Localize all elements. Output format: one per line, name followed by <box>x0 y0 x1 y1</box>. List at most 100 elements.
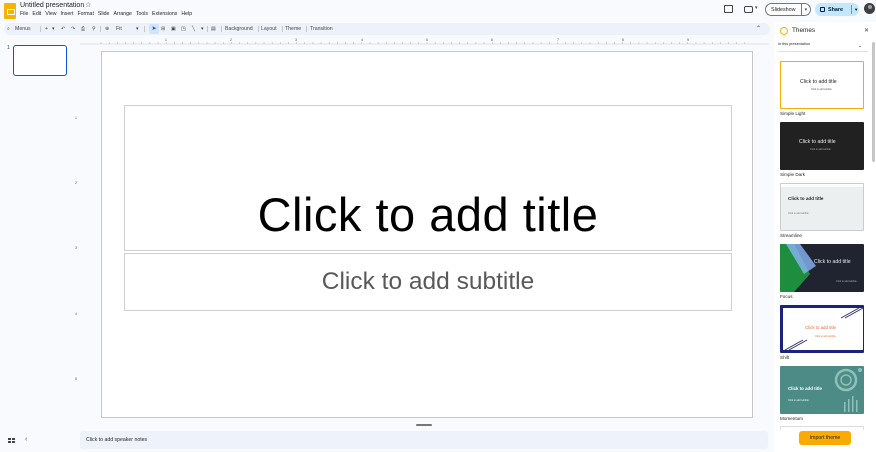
slideshow-button[interactable]: Slideshow <box>766 4 801 15</box>
chevron-down-icon[interactable]: ▾ <box>855 7 857 13</box>
menu-tools[interactable]: Tools <box>136 11 148 17</box>
menu-arrange[interactable]: Arrange <box>113 11 131 17</box>
ruler-label: 2 <box>75 181 77 185</box>
theme-card-streamline[interactable]: Click to add title Click to add subtitle <box>780 183 864 231</box>
menu-format[interactable]: Format <box>77 11 93 17</box>
share-button[interactable]: Share ▾ <box>815 3 859 16</box>
slideshow-options-chevron-icon[interactable]: ▾ <box>800 4 811 15</box>
palette-icon <box>780 27 788 35</box>
divider <box>100 26 101 32</box>
import-theme-button[interactable]: Import theme <box>799 431 851 445</box>
ruler-label: 1 <box>165 38 167 42</box>
avatar[interactable] <box>864 3 875 14</box>
chevron-down-icon[interactable]: ⌄ <box>858 43 862 49</box>
chevron-up-icon[interactable]: ⌃ <box>756 23 761 35</box>
meet-camera-icon[interactable] <box>744 6 753 13</box>
star-icon[interactable]: ☆ <box>85 1 91 9</box>
theme-card-focus[interactable]: Click to add title Click to add subtitle <box>780 244 864 292</box>
menu-file[interactable]: File <box>20 11 28 17</box>
theme-card-shift[interactable]: Click to add title Click to add subtitle <box>780 305 864 353</box>
slides-logo-icon[interactable] <box>4 3 16 19</box>
slide-thumbnail[interactable] <box>13 45 67 76</box>
theme-card-title: Click to add title <box>788 386 822 391</box>
vertical-ruler: 1 2 3 4 5 <box>75 46 81 424</box>
menu-extensions[interactable]: Extensions <box>152 11 177 17</box>
theme-card-next[interactable] <box>780 426 864 430</box>
theme-card-momentum[interactable]: Click to add title Click to add subtitle <box>780 366 864 414</box>
chevron-down-icon[interactable]: ▾ <box>136 23 139 35</box>
speaker-notes[interactable]: Click to add speaker notes <box>80 431 768 449</box>
redo-icon[interactable]: ↷ <box>71 23 75 35</box>
zoom-icon[interactable]: ⊕ <box>105 23 109 35</box>
theme-card-band <box>781 184 863 187</box>
divider <box>282 26 283 32</box>
grid-view-icon[interactable] <box>8 438 15 444</box>
scrollbar[interactable] <box>872 42 875 162</box>
theme-name: Shift <box>780 355 790 360</box>
ruler-label: 3 <box>75 246 77 250</box>
chevron-left-icon[interactable]: ‹ <box>25 436 27 443</box>
slide-number: 1 <box>7 45 10 51</box>
textbox-icon[interactable]: ⊞ <box>161 23 165 35</box>
theme-card-title: Click to add title <box>814 259 851 265</box>
menu-help[interactable]: Help <box>181 11 192 17</box>
subtitle-placeholder[interactable]: Click to add subtitle <box>124 253 732 311</box>
themes-panel: Themes ✕ In this presentation ⌄ Click to… <box>774 22 876 452</box>
comment-add-icon[interactable]: ▤ <box>211 23 216 35</box>
chevron-down-icon[interactable]: ▾ <box>201 23 204 35</box>
theme-card-subtitle: Click to add subtitle <box>836 280 857 283</box>
theme-name: Simple Light <box>780 111 806 116</box>
paint-format-icon[interactable]: ⚲ <box>92 23 96 35</box>
menu-slide[interactable]: Slide <box>98 11 110 17</box>
divider <box>40 26 41 32</box>
transition-button[interactable]: Transition <box>310 23 333 35</box>
shape-icon[interactable]: ◳ <box>181 23 186 35</box>
document-title[interactable]: Untitled presentation <box>20 2 84 9</box>
chevron-down-icon[interactable]: ▾ <box>755 5 758 11</box>
theme-card-simple-light[interactable]: Click to add title Click to add subtitle <box>780 61 864 109</box>
notes-resize-handle[interactable] <box>416 424 432 426</box>
slide-canvas[interactable]: Click to add title Click to add subtitle <box>101 51 753 418</box>
ruler-label: 8 <box>622 38 624 42</box>
comments-icon[interactable] <box>724 5 733 13</box>
image-icon[interactable]: ▣ <box>171 23 176 35</box>
close-icon[interactable]: ✕ <box>864 27 869 34</box>
lock-icon <box>820 7 825 12</box>
select-cursor-icon[interactable]: ➤ <box>149 24 159 34</box>
undo-icon[interactable]: ↶ <box>61 23 65 35</box>
focus-decoration <box>780 244 816 292</box>
background-button[interactable]: Background <box>225 23 253 35</box>
slideshow-button-group: Slideshow ▾ <box>765 3 812 16</box>
chevron-down-icon[interactable]: ▾ <box>52 23 55 35</box>
theme-name: Simple Dark <box>780 172 806 177</box>
zoom-select[interactable]: Fit <box>116 23 122 35</box>
line-icon[interactable]: ╲ <box>192 23 195 35</box>
theme-name: Momentum <box>780 416 803 421</box>
layout-button[interactable]: Layout <box>261 23 277 35</box>
theme-card-simple-dark[interactable]: Click to add title Click to add subtitle <box>780 122 864 170</box>
themes-filter-select[interactable]: In this presentation <box>778 42 868 52</box>
divider <box>221 26 222 32</box>
divider <box>258 26 259 32</box>
theme-button[interactable]: Theme <box>285 23 301 35</box>
new-slide-icon[interactable]: + <box>45 23 48 35</box>
menu-edit[interactable]: Edit <box>32 11 41 17</box>
menu-view[interactable]: View <box>45 11 56 17</box>
menu-insert[interactable]: Insert <box>60 11 73 17</box>
print-icon[interactable]: ⎙ <box>81 23 85 35</box>
theme-card-title: Click to add title <box>800 79 837 85</box>
ruler-label: 4 <box>361 38 363 42</box>
theme-card-subtitle: Click to add subtitle <box>788 399 809 402</box>
theme-name: Focus <box>780 294 793 299</box>
theme-card-subtitle: Click to add subtitle <box>811 88 832 91</box>
themes-heading: Themes <box>792 27 816 34</box>
ruler-label: 1 <box>75 116 77 120</box>
title-placeholder[interactable]: Click to add title <box>124 105 732 251</box>
theme-card-title: Click to add title <box>788 196 824 201</box>
divider <box>144 26 145 32</box>
theme-card-title: Click to add title <box>799 139 836 145</box>
divider <box>306 26 307 32</box>
subtitle-text: Click to add subtitle <box>321 268 535 295</box>
search-menus-input[interactable]: Menus <box>15 23 31 35</box>
ruler-label: 5 <box>75 377 77 381</box>
